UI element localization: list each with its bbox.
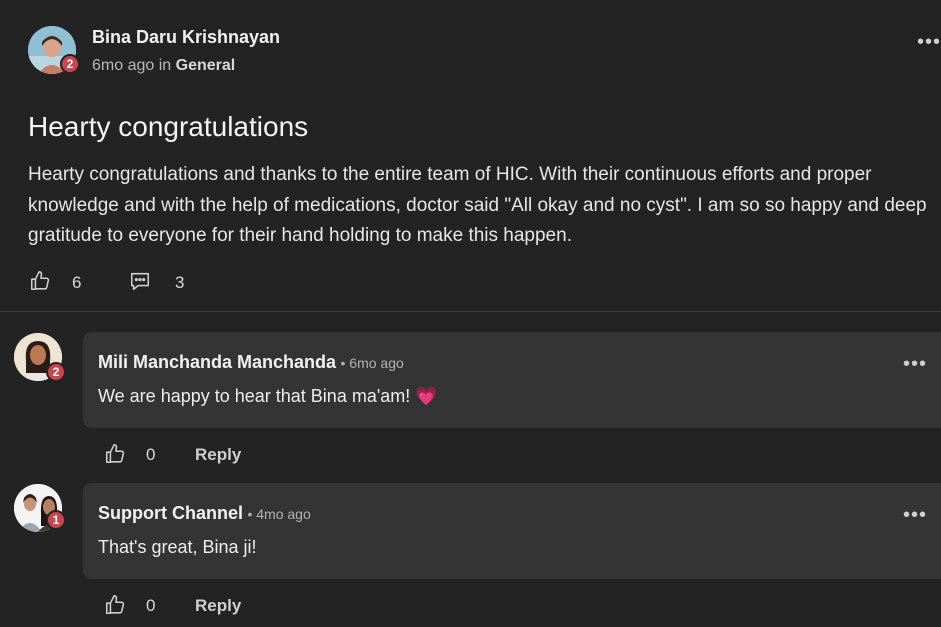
comment-like-count: 0 bbox=[146, 445, 156, 464]
commenter-rank-badge: 2 bbox=[46, 362, 66, 382]
comment-like-button[interactable] bbox=[104, 594, 126, 616]
author-rank-badge: 2 bbox=[60, 54, 80, 74]
comment-text: That's great, Bina ji! bbox=[98, 537, 257, 557]
comment-reply-button[interactable]: Reply bbox=[195, 445, 241, 465]
post-like-button[interactable] bbox=[29, 270, 51, 292]
commenter-rank-badge: 1 bbox=[46, 510, 66, 530]
comment-icon bbox=[130, 272, 150, 291]
comment-time: • 6mo ago bbox=[340, 355, 404, 371]
heart-emoji: 💗 bbox=[415, 386, 438, 406]
post-time: 6mo ago bbox=[92, 57, 155, 74]
post-meta: 6mo ago in General bbox=[92, 57, 235, 75]
comment-author-name[interactable]: Mili Manchanda Manchanda bbox=[98, 352, 336, 372]
comment-more-options-icon[interactable]: ••• bbox=[903, 354, 927, 374]
comment-card: Support Channel • 4mo ago That's great, … bbox=[83, 483, 941, 579]
post-channel-link[interactable]: General bbox=[176, 57, 236, 74]
post-divider bbox=[0, 311, 941, 312]
post-comment-button[interactable] bbox=[129, 270, 151, 292]
post-author-name[interactable]: Bina Daru Krishnayan bbox=[92, 27, 280, 48]
comment-like-button[interactable] bbox=[104, 443, 126, 465]
post-like-count: 6 bbox=[72, 273, 82, 292]
comment-header: Support Channel • 4mo ago bbox=[98, 503, 311, 524]
comment-author-name[interactable]: Support Channel bbox=[98, 503, 243, 523]
thumbs-up-icon bbox=[105, 444, 125, 464]
thumbs-up-icon bbox=[105, 595, 125, 615]
post-in-word: in bbox=[158, 57, 172, 74]
post-body: Hearty congratulations and thanks to the… bbox=[28, 164, 927, 246]
thumbs-up-icon bbox=[30, 271, 50, 291]
comment-card: Mili Manchanda Manchanda • 6mo ago We ar… bbox=[83, 332, 941, 428]
comment-reply-button[interactable]: Reply bbox=[195, 596, 241, 616]
comment-text: We are happy to hear that Bina ma'am! 💗 bbox=[98, 386, 438, 406]
comment-header: Mili Manchanda Manchanda • 6mo ago bbox=[98, 352, 404, 373]
comment-time: • 4mo ago bbox=[247, 506, 311, 522]
comment-like-count: 0 bbox=[146, 596, 156, 615]
comment-more-options-icon[interactable]: ••• bbox=[903, 505, 927, 525]
post-comment-count: 3 bbox=[175, 273, 185, 292]
post-more-options-icon[interactable]: ••• bbox=[917, 32, 941, 52]
post-title: Hearty congratulations bbox=[28, 111, 309, 142]
